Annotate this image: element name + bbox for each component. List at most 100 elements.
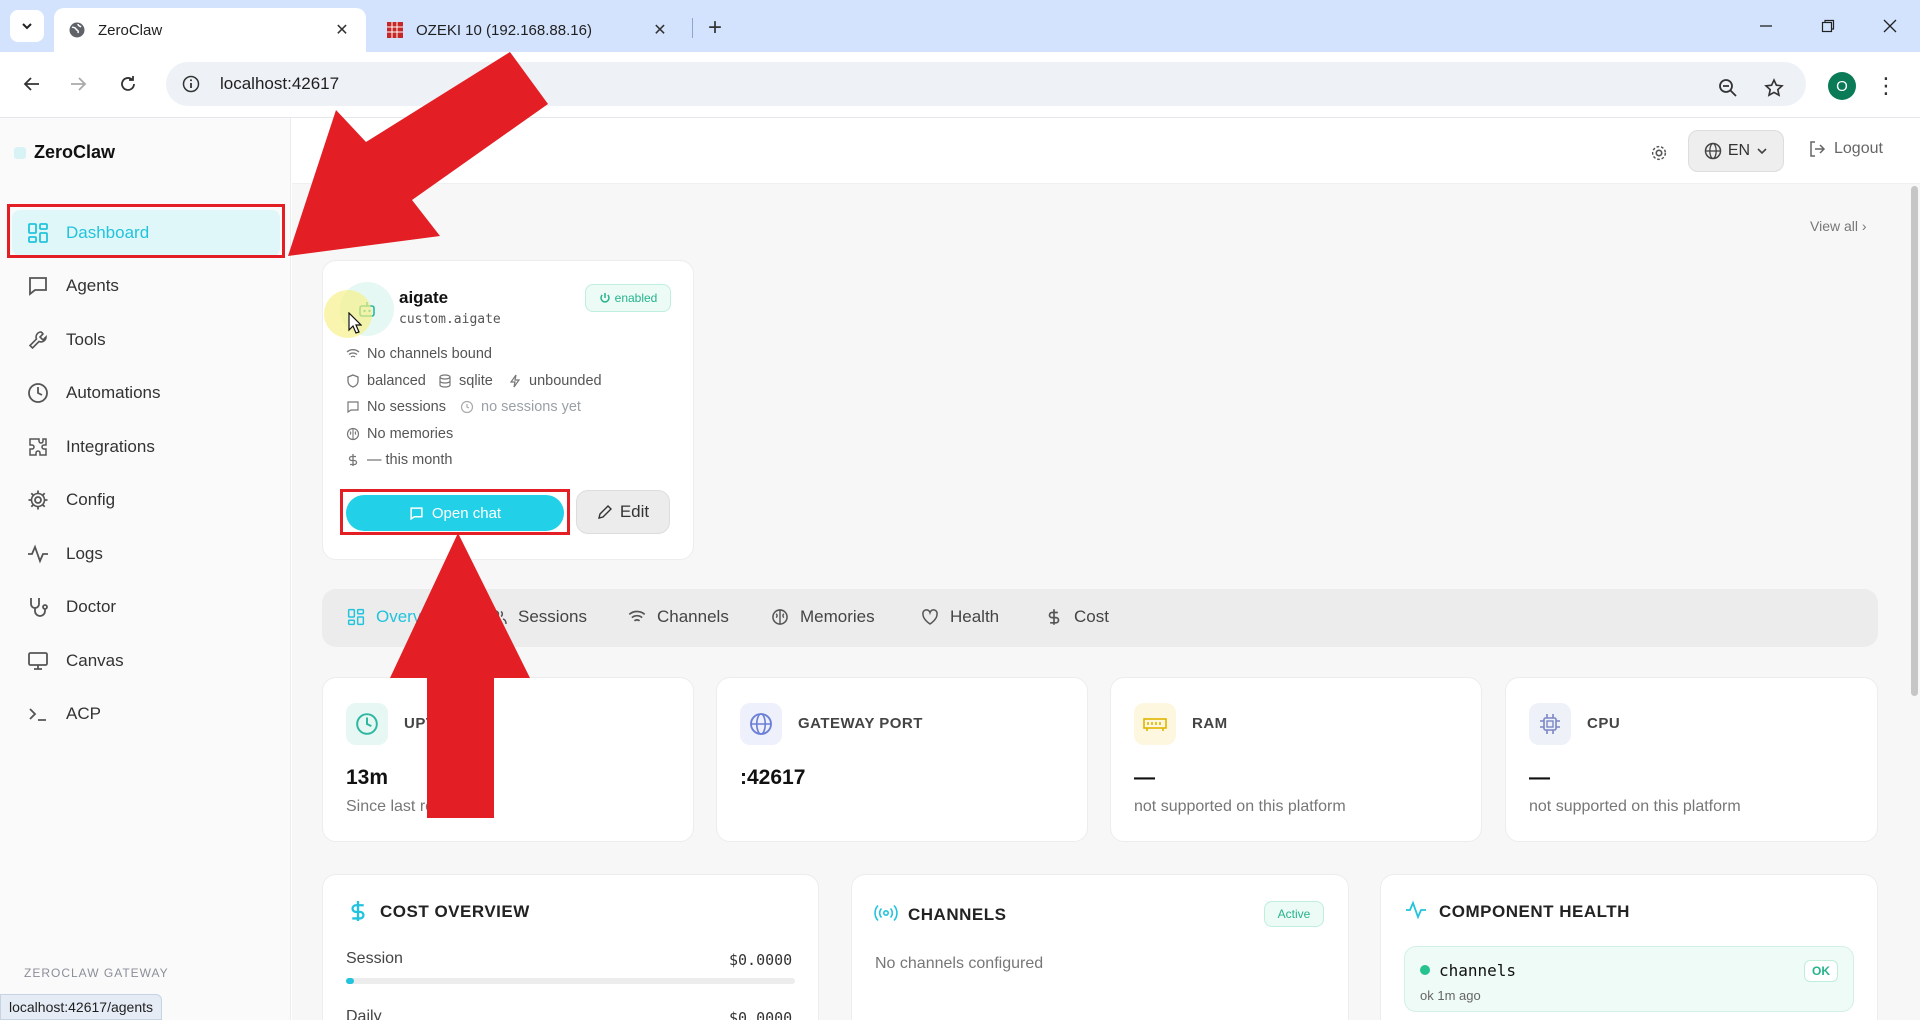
channels-active-badge: Active — [1264, 901, 1324, 927]
gear-icon — [26, 488, 50, 512]
tab-sessions[interactable]: Sessions — [488, 607, 587, 627]
annotation-box-open-chat — [340, 489, 570, 535]
cost-session-value: $0.0000 — [729, 951, 793, 969]
brand-name: ZeroClaw — [34, 142, 116, 162]
ozeki-logo-icon — [386, 21, 404, 39]
sidebar-item-agents[interactable]: Agents — [12, 263, 280, 309]
mouse-cursor-icon — [348, 312, 362, 334]
sidebar-item-automations[interactable]: Automations — [12, 370, 280, 416]
site-info-icon[interactable] — [178, 71, 204, 97]
agent-memory-backend: sqlite — [438, 373, 493, 389]
chat-bubble-icon — [346, 400, 360, 414]
tab-label: Channels — [657, 607, 729, 626]
zoom-icon[interactable] — [1710, 70, 1746, 106]
stat-card-ram — [1110, 677, 1482, 842]
agent-channels: No channels bound — [346, 346, 492, 362]
annotation-box-dashboard — [7, 204, 285, 258]
stat-label: UPTIME — [404, 715, 464, 732]
channels-title: CHANNELS — [908, 905, 1007, 924]
agent-channels-label: No channels bound — [367, 346, 492, 362]
sidebar-item-doctor[interactable]: Doctor — [12, 584, 280, 630]
stat-value: :42617 — [740, 766, 806, 789]
dollar-icon — [351, 901, 365, 921]
forward-button[interactable] — [60, 66, 96, 102]
close-window-icon[interactable] — [1870, 12, 1910, 40]
stat-value: — — [1529, 766, 1550, 789]
stat-label: RAM — [1192, 715, 1228, 732]
tab-overview[interactable]: Overview — [346, 607, 447, 627]
channels-empty: No channels configured — [875, 955, 1044, 972]
tab-title: OZEKI 10 (192.168.88.16) — [416, 21, 592, 39]
sidebar-item-config[interactable]: Config — [12, 477, 280, 523]
cost-overview-panel — [322, 874, 819, 1020]
brand[interactable]: ZeroClaw — [14, 142, 115, 163]
chevron-right-icon: › — [1861, 218, 1867, 234]
close-tab-icon[interactable]: ✕ — [650, 20, 670, 40]
tab-health[interactable]: Health — [920, 607, 999, 627]
sidebar-item-tools[interactable]: Tools — [12, 317, 280, 363]
bookmark-star-icon[interactable] — [1756, 70, 1792, 106]
logout-button[interactable]: Logout — [1808, 140, 1883, 158]
health-status-dot — [1420, 965, 1430, 975]
agents-section-title: AGENTS — [321, 217, 394, 234]
sidebar-item-label: Canvas — [66, 651, 124, 670]
tab-memories[interactable]: Memories — [770, 607, 875, 627]
channels-panel — [851, 874, 1349, 1020]
browser-toolbar: localhost:42617 — [0, 52, 1920, 118]
settings-gear-icon[interactable] — [1646, 140, 1672, 166]
view-all-link[interactable]: View all › — [1810, 218, 1867, 234]
sidebar-item-acp[interactable]: ACP — [12, 691, 280, 737]
sidebar-item-label: Doctor — [66, 597, 117, 616]
edit-agent-button[interactable]: Edit — [576, 490, 670, 534]
app-header: Dashboard EN Logout — [292, 118, 1920, 184]
language-selector[interactable]: EN — [1688, 130, 1784, 172]
agent-status-badge[interactable]: enabled — [585, 284, 671, 312]
scrollbar-thumb[interactable] — [1911, 186, 1918, 696]
agent-profile-label: balanced — [367, 373, 426, 389]
new-tab-button[interactable]: + — [700, 14, 730, 42]
tab-label: Overview — [376, 607, 447, 626]
stat-sub: not supported on this platform — [1529, 798, 1741, 815]
agent-cost: — this month — [346, 452, 452, 468]
browser-tab-ozeki[interactable]: OZEKI 10 (192.168.88.16) ✕ — [372, 8, 684, 52]
view-all-label: View all — [1810, 218, 1858, 234]
reload-button[interactable] — [110, 66, 146, 102]
health-ok-badge: OK — [1804, 960, 1838, 982]
tab-channels[interactable]: Channels — [627, 607, 729, 627]
health-component-name: channels — [1439, 961, 1517, 980]
back-button[interactable] — [14, 66, 50, 102]
close-tab-icon[interactable]: ✕ — [332, 20, 352, 40]
agent-sessions-label: No sessions — [367, 399, 446, 415]
tab-label: Memories — [800, 607, 875, 626]
tab-cost[interactable]: Cost — [1044, 607, 1109, 627]
agent-memories: No memories — [346, 426, 453, 442]
browser-menu-icon[interactable]: ⋮ — [1875, 68, 1897, 104]
stat-card-cpu — [1505, 677, 1878, 842]
agent-memories-label: No memories — [367, 426, 454, 442]
sidebar-item-label: Integrations — [66, 437, 155, 456]
power-icon — [599, 293, 610, 303]
browser-tab-zeroclaw[interactable]: ZeroClaw ✕ — [54, 8, 366, 52]
activity-icon — [26, 542, 50, 566]
tab-search-button[interactable] — [10, 10, 44, 42]
address-bar[interactable]: localhost:42617 — [166, 62, 1806, 106]
restore-icon[interactable] — [1808, 12, 1848, 40]
link-status-bar: localhost:42617/agents — [0, 994, 162, 1020]
clock-icon — [346, 703, 388, 745]
clock-icon — [460, 400, 474, 414]
activity-icon — [1406, 900, 1426, 920]
lightning-icon — [508, 374, 522, 388]
arrow-right-icon — [71, 77, 87, 91]
sidebar-item-label: Tools — [66, 330, 106, 349]
cost-session-bar — [346, 978, 795, 984]
minimize-icon[interactable] — [1746, 12, 1786, 40]
arrow-left-icon — [23, 77, 39, 91]
sidebar-item-integrations[interactable]: Integrations — [12, 424, 280, 470]
language-label: EN — [1727, 142, 1751, 159]
profile-avatar[interactable]: O — [1828, 72, 1856, 100]
sidebar-item-logs[interactable]: Logs — [12, 531, 280, 577]
sidebar-item-canvas[interactable]: Canvas — [12, 638, 280, 684]
agent-name[interactable]: aigate — [399, 288, 448, 308]
users-icon — [488, 607, 508, 627]
database-icon — [438, 374, 452, 388]
